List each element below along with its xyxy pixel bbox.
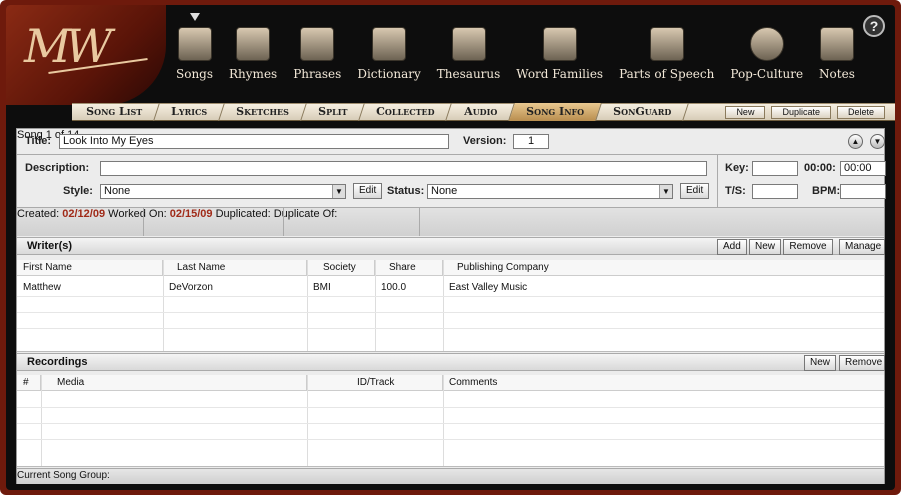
column-header[interactable]: # [17, 375, 41, 391]
status-edit-button[interactable]: Edit [680, 183, 710, 199]
tab-collected[interactable]: Collected [359, 103, 453, 121]
column-header[interactable]: Share [375, 260, 443, 276]
recordings-title: Recordings [27, 356, 88, 368]
tool-pop-culture[interactable]: Pop-Culture [722, 27, 811, 93]
column-header[interactable]: Publishing Company [443, 260, 886, 276]
tool-dictionary[interactable]: Dictionary [349, 27, 428, 93]
rhymes-icon [236, 27, 271, 61]
tab-song-list[interactable]: Song List [69, 103, 161, 121]
new-song-button[interactable]: New [725, 105, 766, 119]
app-frame: MW Songs Rhymes Phrases Dictionary Thesa… [0, 0, 901, 495]
duplicate-song-button[interactable]: Duplicate [771, 105, 831, 119]
status-select[interactable]: None ▼ [427, 184, 673, 199]
help-button[interactable]: ? [863, 15, 885, 37]
chevron-down-icon: ▼ [332, 185, 345, 198]
created-date: 02/12/09 [62, 208, 106, 220]
tab-split[interactable]: Split [300, 103, 366, 121]
style-select[interactable]: None ▼ [100, 184, 346, 199]
bpm-input[interactable] [840, 184, 886, 199]
key-input[interactable] [752, 161, 798, 176]
tab-sketches[interactable]: Sketches [219, 103, 307, 121]
key-label: Key: [725, 162, 749, 174]
globe-icon [749, 27, 784, 61]
chevron-down-icon: ▼ [659, 185, 672, 198]
style-edit-button[interactable]: Edit [353, 183, 383, 199]
recordings-table: # Media ID/Track Comments [17, 375, 884, 467]
recordings-table-header: # Media ID/Track Comments [17, 375, 884, 391]
version-input[interactable]: 1 [513, 134, 549, 149]
previous-song-icon[interactable]: ▲ [848, 134, 863, 149]
description-label: Description: [25, 162, 90, 174]
worked-on-date: 02/15/09 [169, 208, 213, 220]
style-label: Style: [63, 185, 93, 197]
phrases-icon [300, 27, 335, 61]
worked-on-label: Worked On: [108, 208, 167, 220]
column-header[interactable]: First Name [17, 260, 163, 276]
mw-logo: MW [6, 5, 166, 105]
manage-writers-button[interactable]: Manage [839, 239, 885, 255]
column-header[interactable]: Comments [443, 375, 886, 391]
tab-sonGuard[interactable]: SonGuard [595, 103, 689, 121]
column-header[interactable]: Media [41, 375, 307, 391]
notes-icon [819, 27, 854, 61]
table-cell: DeVorzon [169, 282, 213, 293]
writers-table: First Name Last Name Society Share Publi… [17, 260, 884, 352]
tab-bar: Song List Lyrics Sketches Split Collecte… [69, 103, 895, 121]
time-label: 00:00: [804, 162, 836, 174]
table-cell: BMI [313, 282, 331, 293]
tool-word-families[interactable]: Word Families [508, 27, 611, 93]
book-stack-icon [451, 27, 486, 61]
duplicated-label: Duplicated: [215, 208, 271, 220]
open-book-icon [649, 27, 684, 61]
pen-nib-icon [177, 27, 212, 61]
dates-bar: Created: 02/12/09 Worked On: 02/15/09 Du… [17, 208, 884, 236]
main-toolbar: Songs Rhymes Phrases Dictionary Thesauru… [168, 27, 863, 93]
status-label: Status: [387, 185, 425, 197]
writers-table-header: First Name Last Name Society Share Publi… [17, 260, 884, 276]
description-input[interactable] [100, 161, 707, 176]
table-cell: Matthew [23, 282, 61, 293]
tool-rhymes[interactable]: Rhymes [221, 27, 285, 93]
books-icon [372, 27, 407, 61]
selected-tool-pointer-icon [190, 13, 200, 21]
column-header[interactable]: ID/Track [307, 375, 443, 391]
writers-header: Writer(s) Add New Remove Manage [17, 237, 885, 255]
bpm-label: BPM: [812, 185, 841, 197]
add-writer-button[interactable]: Add [717, 239, 747, 255]
table-row[interactable]: Matthew DeVorzon BMI 100.0 East Valley M… [17, 280, 884, 296]
recordings-header: Recordings New Remove [17, 353, 885, 371]
song-info-panel: Title: Look Into My Eyes Version: 1 Song… [16, 128, 886, 484]
title-label: Title: [25, 135, 52, 147]
status-bar: Current Song Group: [17, 468, 884, 484]
new-recording-button[interactable]: New [804, 355, 837, 371]
duration-input[interactable]: 00:00 [840, 161, 886, 176]
current-song-group-label: Current Song Group: [17, 470, 110, 481]
tab-audio[interactable]: Audio [446, 103, 515, 121]
next-song-icon[interactable]: ▼ [870, 134, 885, 149]
writers-title: Writer(s) [27, 240, 73, 252]
app-window: MW Songs Rhymes Phrases Dictionary Thesa… [6, 5, 895, 490]
ts-label: T/S: [725, 185, 746, 197]
column-header[interactable]: Last Name [163, 260, 307, 276]
table-cell: 100.0 [381, 282, 407, 293]
title-input[interactable]: Look Into My Eyes [59, 134, 449, 149]
tool-thesaurus[interactable]: Thesaurus [429, 27, 509, 93]
tool-songs[interactable]: Songs [168, 27, 221, 93]
tool-phrases[interactable]: Phrases [285, 27, 349, 93]
remove-writer-button[interactable]: Remove [783, 239, 833, 255]
new-writer-button[interactable]: New [749, 239, 782, 255]
created-label: Created: [17, 208, 60, 220]
tool-notes[interactable]: Notes [811, 27, 863, 93]
delete-song-button[interactable]: Delete [836, 105, 885, 119]
table-cell: East Valley Music [449, 282, 528, 293]
tab-song-info[interactable]: Song Info [508, 103, 602, 121]
tool-parts-of-speech[interactable]: Parts of Speech [611, 27, 722, 93]
tab-lyrics[interactable]: Lyrics [154, 103, 226, 121]
column-header[interactable]: Society [307, 260, 375, 276]
version-label: Version: [463, 135, 507, 147]
time-signature-input[interactable] [752, 184, 798, 199]
remove-recording-button[interactable]: Remove [839, 355, 885, 371]
word-families-icon [542, 27, 577, 61]
